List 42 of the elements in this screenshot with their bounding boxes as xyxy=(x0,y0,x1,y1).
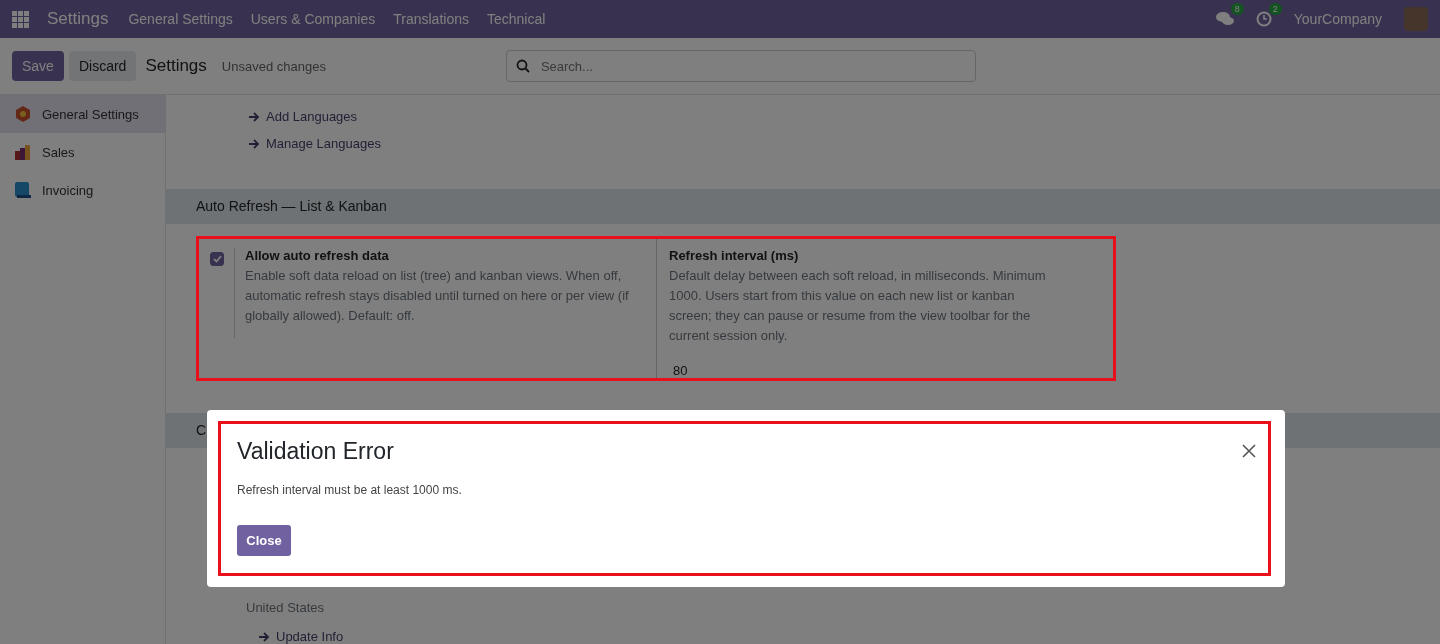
clock-icon[interactable] xyxy=(1255,11,1272,27)
arrow-right-icon xyxy=(258,631,270,642)
company-name[interactable]: YourCompany xyxy=(1293,11,1382,27)
hexagon-icon xyxy=(14,105,32,123)
breadcrumb: Settings xyxy=(145,56,207,76)
discard-button[interactable]: Discard xyxy=(68,51,137,81)
arrow-right-icon xyxy=(248,138,260,149)
app-title[interactable]: Settings xyxy=(47,9,109,29)
app-grid-icon[interactable] xyxy=(12,10,29,28)
sidebar-item[interactable]: General Settings xyxy=(0,95,165,133)
arrow-right-icon xyxy=(248,111,260,122)
bar-chart-icon xyxy=(14,143,32,161)
search-icon xyxy=(515,59,530,73)
save-button[interactable]: Save xyxy=(12,51,64,81)
sidebar-item[interactable]: Sales xyxy=(0,133,165,171)
country-text: United States xyxy=(246,600,326,615)
search-field[interactable]: Search... xyxy=(505,50,976,82)
activity-count-badge: 2 xyxy=(1268,3,1282,15)
sidebar-item[interactable]: Invoicing xyxy=(0,171,165,209)
checkbox[interactable] xyxy=(210,251,224,266)
menu-item[interactable]: Translations xyxy=(393,11,469,27)
close-icon[interactable] xyxy=(1242,444,1256,458)
menu-item[interactable]: Technical xyxy=(487,11,546,27)
update-info-link[interactable]: Update Info xyxy=(276,629,344,644)
error-message: Refresh interval must be at least 1000 ms. xyxy=(237,483,462,497)
setting-description: Enable soft data reload on list (tree) and kanban views. When off, automatic refresh stays disabled until turned on here or per view (if globally allowed). Default: off. xyxy=(245,266,630,325)
sidebar-label: Invoicing xyxy=(42,182,94,198)
setting-label: Refresh interval (ms) xyxy=(669,247,800,263)
menu-item[interactable]: General Settings xyxy=(128,11,233,27)
status-text: Unsaved changes xyxy=(221,58,326,74)
language-link[interactable]: Manage Languages xyxy=(266,136,381,151)
message-count-badge: 8 xyxy=(1230,3,1244,15)
chat-icon[interactable] xyxy=(1215,11,1234,27)
sidebar-label: Sales xyxy=(42,144,75,160)
setting-description: Default delay between each soft reload, in milliseconds. Minimum 1000. Users start from this value on each new list or kanban screen; they can pause or resume from the view toolbar for the current session only. xyxy=(669,266,1047,345)
section-header: Auto Refresh — List & Kanban xyxy=(166,188,1440,224)
sidebar-label: General Settings xyxy=(42,106,139,122)
close-button[interactable]: Close xyxy=(237,525,291,556)
setting-label: Allow auto refresh data xyxy=(245,247,390,263)
interval-input-field[interactable]: 80 xyxy=(669,360,847,381)
menu-item[interactable]: Users & Companies xyxy=(250,11,376,27)
language-link[interactable]: Add Languages xyxy=(266,109,358,124)
